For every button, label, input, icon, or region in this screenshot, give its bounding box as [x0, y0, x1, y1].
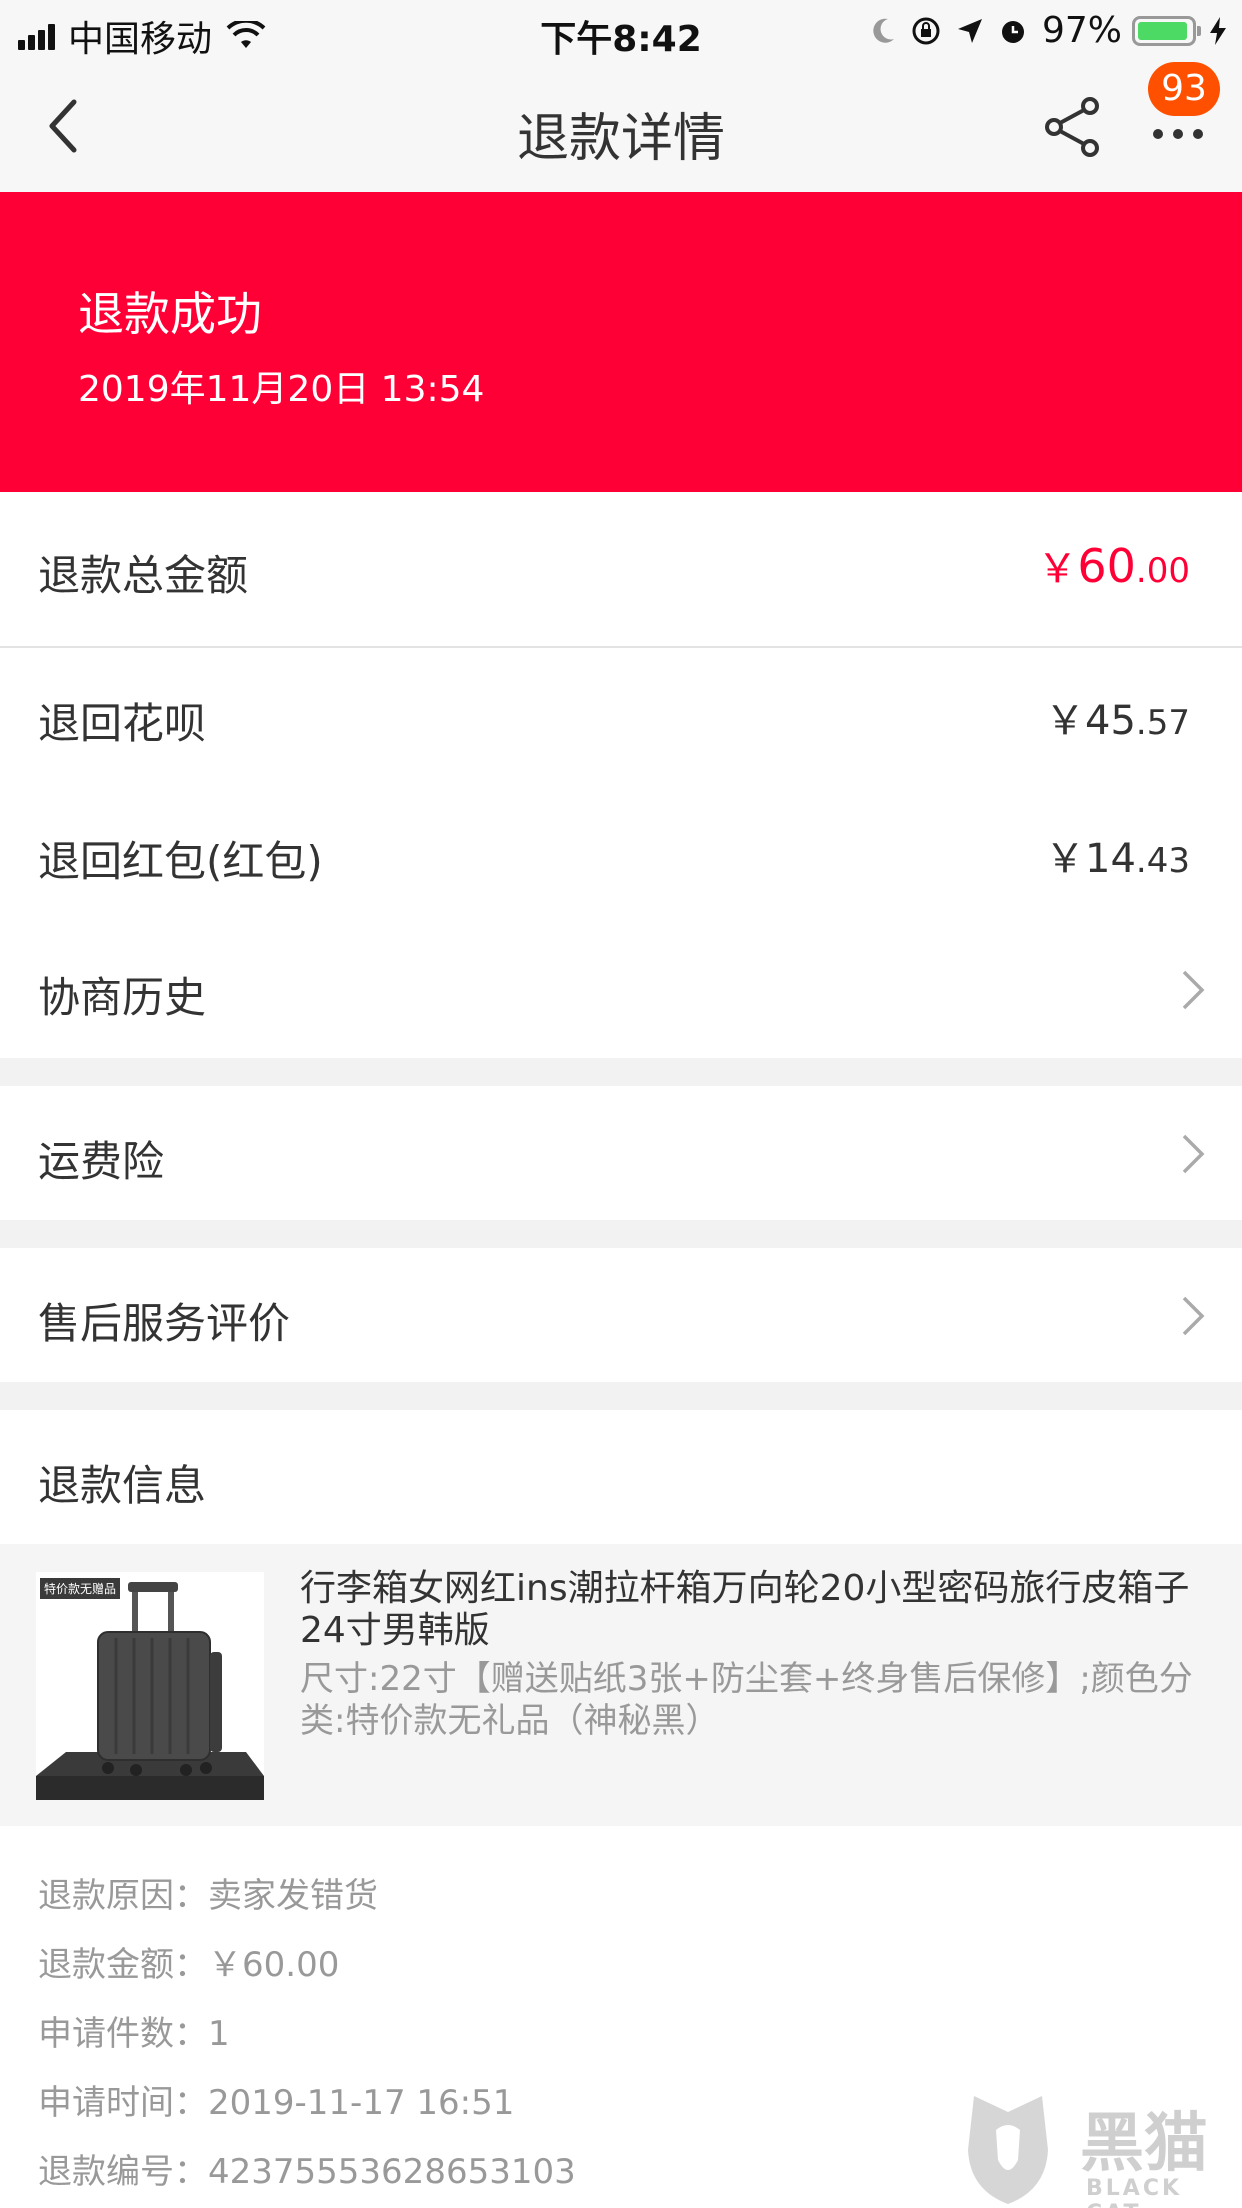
info-key: 申请时间：	[38, 2083, 208, 2123]
amount-integer: 14	[1085, 836, 1136, 882]
section-gap	[0, 1382, 1242, 1410]
negotiation-history-label: 协商历史	[38, 973, 207, 1022]
chevron-right-icon	[1182, 970, 1205, 1010]
refund-total-row: 退款总金额 ￥60.00	[0, 492, 1242, 646]
shipping-insurance-row[interactable]: 运费险	[0, 1086, 1242, 1220]
info-value: 卖家发错货	[208, 1876, 378, 1916]
info-key: 退款金额：	[38, 1945, 208, 1985]
battery-icon	[1132, 15, 1201, 46]
status-right: 97%	[870, 10, 1228, 51]
refund-amount: 退款金额：￥60.00	[38, 1937, 339, 1986]
huabei-amount: ￥45.57	[1045, 688, 1190, 746]
negotiation-history-row[interactable]: 协商历史	[0, 922, 1242, 1058]
refund-status-title: 退款成功	[78, 287, 262, 341]
status-bar: 中国移动 下午8:42 97%	[0, 0, 1242, 62]
message-count-badge: 93	[1148, 62, 1220, 116]
refund-number: 退款编号：423755536286531​03	[38, 2144, 576, 2193]
suitcase-image	[36, 1572, 264, 1800]
info-key: 申请件数：	[38, 2014, 208, 2054]
currency-symbol: ￥	[1045, 698, 1086, 744]
product-thumbnail: 特价款无赠品	[36, 1572, 264, 1800]
hongbao-amount: ￥14.43	[1045, 826, 1190, 884]
info-value: 2019-11-17 16:51	[208, 2083, 515, 2123]
huabei-row: 退回花呗 ￥45.57	[0, 648, 1242, 786]
info-key: 退款编号：	[38, 2152, 208, 2192]
product-card[interactable]: 特价款无赠品 行李箱女网红ins潮拉杆箱万向轮20小型密码旅行皮箱子24寸男韩版…	[0, 1544, 1242, 1826]
huabei-label: 退回花呗	[38, 699, 207, 748]
currency-symbol: ￥	[1045, 836, 1086, 882]
info-value: 1	[208, 2014, 230, 2054]
watermark-subtext: BLACK CAT	[1086, 2176, 1183, 2208]
request-time: 申请时间：2019-11-17 16:51	[38, 2075, 514, 2124]
aftersale-review-label: 售后服务评价	[38, 1299, 291, 1348]
refund-total-label: 退款总金额	[38, 551, 249, 600]
product-tag: 特价款无赠品	[40, 1578, 121, 1599]
info-value: 423755536286531​03	[208, 2152, 576, 2192]
share-icon[interactable]	[1040, 94, 1106, 160]
section-gap	[0, 1220, 1242, 1248]
info-value: ￥60.00	[208, 1945, 340, 1985]
amount-decimal: .43	[1135, 841, 1190, 881]
amount-integer: 60	[1077, 539, 1136, 593]
refund-info-title: 退款信息	[38, 1461, 207, 1510]
refund-total-amount: ￥60.00	[1037, 536, 1190, 594]
refund-info-header: 退款信息	[0, 1410, 1242, 1544]
aftersale-review-row[interactable]: 售后服务评价	[0, 1248, 1242, 1382]
battery-percent: 97%	[1041, 10, 1122, 51]
hongbao-row: 退回红包(红包) ￥14.43	[0, 786, 1242, 922]
refund-reason: 退款原因：卖家发错货	[38, 1868, 378, 1917]
moon-icon	[873, 18, 894, 43]
info-key: 退款原因：	[38, 1876, 208, 1916]
orientation-lock-icon	[912, 17, 940, 44]
currency-symbol: ￥	[1037, 546, 1078, 592]
location-icon	[957, 18, 982, 43]
chevron-right-icon	[1182, 1296, 1205, 1336]
chevron-right-icon	[1182, 1134, 1205, 1174]
amount-integer: 45	[1085, 698, 1136, 744]
watermark-text: 黑猫	[1080, 2107, 1208, 2181]
product-spec: 尺寸:22寸【赠送贴纸3张+防尘套+终身售后保修】;颜色分类:特价款无礼品（神秘…	[300, 1659, 1193, 1741]
refund-status-time: 2019年11月20日 13:54	[78, 369, 485, 410]
product-title: 行李箱女网红ins潮拉杆箱万向轮20小型密码旅行皮箱子24寸男韩版	[300, 1568, 1190, 1651]
section-gap	[0, 1058, 1242, 1086]
request-quantity: 申请件数：1	[38, 2006, 230, 2055]
refund-status-banner: 退款成功 2019年11月20日 13:54	[0, 192, 1242, 492]
charging-icon	[1210, 16, 1226, 45]
shipping-insurance-label: 运费险	[38, 1137, 165, 1186]
alarm-icon	[1001, 20, 1024, 43]
nav-bar: 退款详情	[0, 62, 1242, 192]
amount-decimal: .00	[1135, 551, 1190, 591]
amount-decimal: .57	[1135, 703, 1190, 743]
hongbao-label: 退回红包(红包)	[38, 837, 323, 886]
